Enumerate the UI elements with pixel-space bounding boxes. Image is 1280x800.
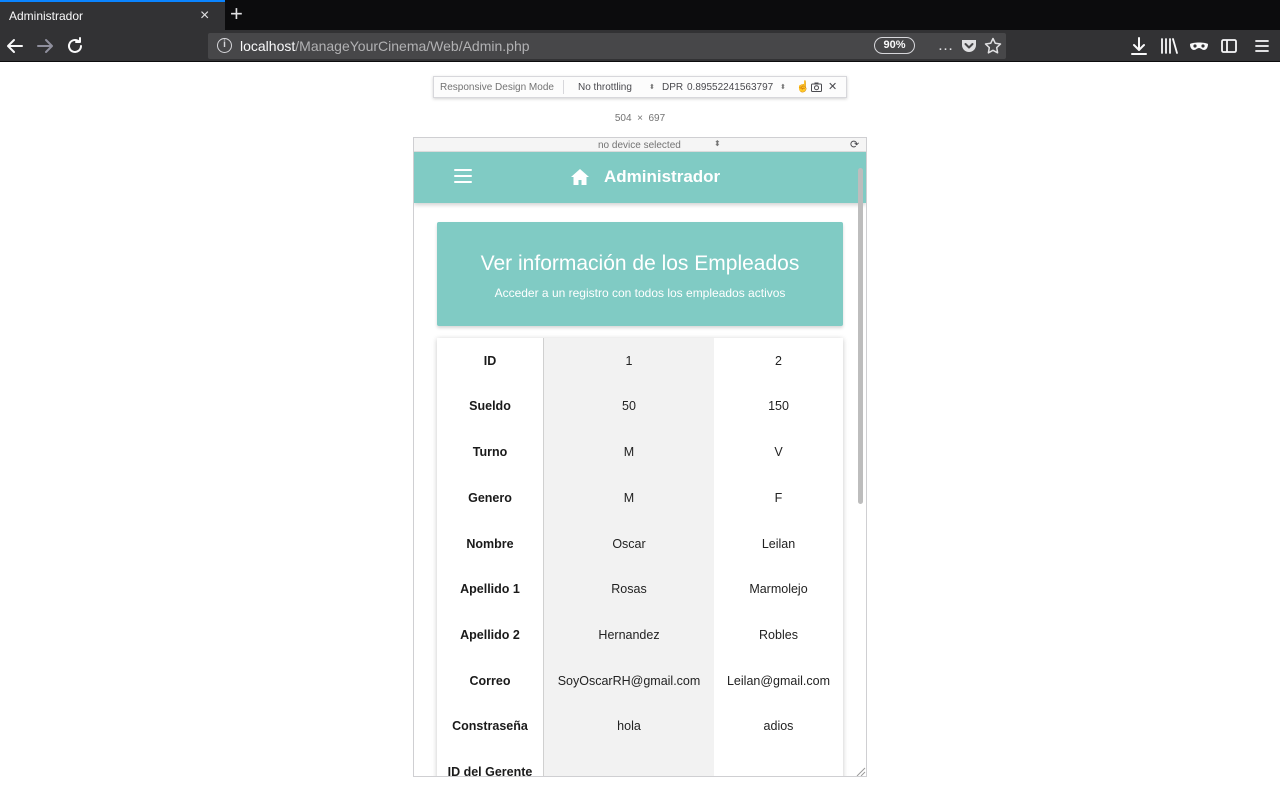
device-select[interactable]: no device selected xyxy=(598,140,681,151)
field-label-id-gerente: ID del Gerente xyxy=(447,765,533,777)
employee-genero: F xyxy=(774,491,783,505)
employee-genero: M xyxy=(623,491,635,505)
viewport-height[interactable]: 697 xyxy=(648,113,665,124)
url-host: localhost xyxy=(240,38,296,54)
back-icon[interactable] xyxy=(3,34,27,58)
field-header-column: ID Sueldo Turno Genero Nombre Apellido 1… xyxy=(437,338,544,777)
private-mask-icon[interactable] xyxy=(1187,34,1211,58)
field-label-correo: Correo xyxy=(469,674,511,688)
page-title[interactable]: Administrador xyxy=(604,167,720,187)
zoom-indicator[interactable]: 90% xyxy=(874,37,915,54)
rdm-label: Responsive Design Mode xyxy=(440,82,554,93)
employee-column: 1 50 M M Oscar Rosas Hernandez SoyOscarR… xyxy=(544,338,714,776)
active-tab[interactable]: Administrador × xyxy=(0,0,225,30)
downloads-icon[interactable] xyxy=(1127,34,1151,58)
url-text[interactable]: localhost/ManageYourCinema/Web/Admin.php xyxy=(240,38,530,54)
employee-contrasena: hola xyxy=(617,719,641,733)
dimension-separator: × xyxy=(637,113,643,124)
url-path: /ManageYourCinema/Web/Admin.php xyxy=(295,38,530,54)
forward-icon[interactable] xyxy=(33,34,57,58)
device-viewport: no device selected ⬍ ⟳ Administrador Ver… xyxy=(413,137,867,777)
employee-apellido-1: Marmolejo xyxy=(749,582,808,596)
app-header: Administrador xyxy=(414,152,866,203)
employee-apellido-2: Hernandez xyxy=(598,628,660,642)
employee-nombre: Oscar xyxy=(612,537,646,551)
employee-column: 2 150 V F Leilan Marmolejo Robles Leilan… xyxy=(714,338,843,776)
menu-icon[interactable] xyxy=(1250,34,1274,58)
field-label-nombre: Nombre xyxy=(466,537,514,551)
employee-contrasena: adios xyxy=(763,719,794,733)
close-tab-icon[interactable]: × xyxy=(200,7,209,25)
rotate-viewport-icon[interactable]: ⟳ xyxy=(850,138,859,151)
employee-apellido-1: Rosas xyxy=(611,582,647,596)
employee-correo: Leilan@gmail.com xyxy=(726,674,830,688)
employee-sueldo: 50 xyxy=(622,399,636,413)
reload-icon[interactable] xyxy=(63,34,87,58)
hero-title: Ver información de los Empleados xyxy=(480,252,800,275)
new-tab-icon[interactable]: + xyxy=(230,2,243,26)
device-select-arrows-icon[interactable]: ⬍ xyxy=(714,139,721,148)
field-label-turno: Turno xyxy=(472,445,508,459)
responsive-design-toolbar: Responsive Design Mode No throttling ⬍ D… xyxy=(433,76,847,98)
home-icon[interactable] xyxy=(570,167,590,187)
field-label-apellido-2: Apellido 2 xyxy=(460,628,520,642)
hamburger-menu-icon[interactable] xyxy=(454,169,472,183)
employee-nombre: Leilan xyxy=(761,537,796,551)
employees-table: ID Sueldo Turno Genero Nombre Apellido 1… xyxy=(437,338,843,777)
employee-turno: M xyxy=(623,445,635,459)
close-rdm-icon[interactable]: ✕ xyxy=(828,80,837,93)
employee-correo: SoyOscarRH@gmail.com xyxy=(557,674,701,688)
employee-id: 2 xyxy=(775,354,782,368)
viewport-width[interactable]: 504 xyxy=(615,113,632,124)
hero-card: Ver información de los Empleados Acceder… xyxy=(437,222,843,326)
employee-id: 1 xyxy=(625,354,633,368)
url-bar[interactable]: i localhost/ManageYourCinema/Web/Admin.p… xyxy=(208,33,1006,59)
navigation-toolbar: i localhost/ManageYourCinema/Web/Admin.p… xyxy=(0,30,1280,62)
dpr-arrows-icon[interactable]: ⬍ xyxy=(780,83,786,91)
touch-simulation-icon[interactable]: ☝ xyxy=(796,80,810,93)
screenshot-camera-icon[interactable] xyxy=(811,80,822,95)
divider xyxy=(563,80,564,94)
scrollbar-thumb[interactable] xyxy=(858,168,863,504)
bookmark-star-icon[interactable] xyxy=(983,36,1003,56)
device-selector-bar: no device selected ⬍ ⟳ xyxy=(414,138,866,152)
employee-apellido-2: Robles xyxy=(759,628,798,642)
hero-subtitle: Acceder a un registro con todos los empl… xyxy=(494,286,786,300)
employee-sueldo: 150 xyxy=(768,399,789,413)
library-icon[interactable] xyxy=(1157,34,1181,58)
field-label-genero: Genero xyxy=(468,491,512,505)
pocket-icon[interactable] xyxy=(959,36,979,56)
employee-turno: V xyxy=(774,445,783,459)
dpr-select[interactable]: 0.89552241563797 xyxy=(687,82,773,93)
viewport-dimensions: 504 × 697 xyxy=(600,113,680,124)
tab-title: Administrador xyxy=(9,9,84,23)
page-actions-icon[interactable]: … xyxy=(935,36,955,56)
field-label-apellido-1: Apellido 1 xyxy=(460,582,520,596)
field-label-id: ID xyxy=(483,354,497,368)
throttling-arrows-icon[interactable]: ⬍ xyxy=(649,83,655,91)
resize-handle-icon[interactable] xyxy=(854,764,866,776)
dpr-label: DPR xyxy=(662,82,684,93)
sidebar-icon[interactable] xyxy=(1217,34,1241,58)
site-info-icon[interactable]: i xyxy=(217,38,232,53)
tab-strip: Administrador × + xyxy=(0,0,1280,30)
field-label-sueldo: Sueldo xyxy=(469,399,511,413)
field-label-contrasena: Constraseña xyxy=(452,719,528,733)
throttling-select[interactable]: No throttling xyxy=(578,82,632,93)
